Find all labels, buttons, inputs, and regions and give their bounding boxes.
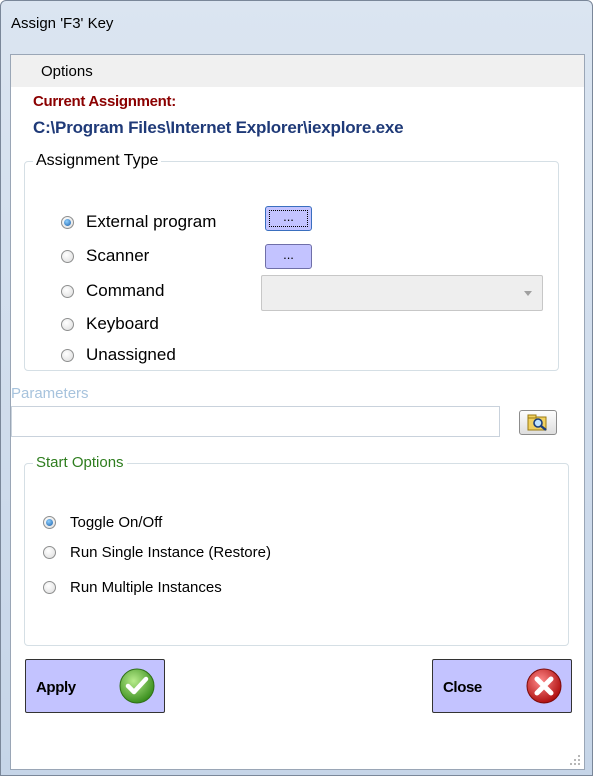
parameters-input[interactable] bbox=[11, 406, 500, 437]
browse-scanner-button[interactable]: ... bbox=[265, 244, 312, 269]
chevron-down-icon bbox=[524, 291, 532, 296]
radio-label: External program bbox=[86, 212, 217, 231]
parameters-label: Parameters bbox=[11, 385, 89, 402]
close-icon bbox=[526, 668, 562, 704]
current-assignment-path: C:\Program Files\Internet Explorer\iexpl… bbox=[33, 118, 404, 137]
command-dropdown[interactable] bbox=[261, 275, 543, 311]
dialog-client-area: Options Current Assignment: C:\Program F… bbox=[10, 54, 585, 770]
radio-run-single-instance[interactable]: Run Single Instance (Restore) bbox=[43, 544, 271, 561]
radio-indicator bbox=[61, 317, 74, 331]
radio-scanner[interactable]: Scanner bbox=[61, 246, 149, 266]
close-button[interactable]: Close bbox=[432, 659, 572, 713]
radio-label: Command bbox=[86, 281, 165, 300]
radio-command[interactable]: Command bbox=[61, 281, 164, 301]
radio-indicator bbox=[43, 516, 56, 529]
close-button-label: Close bbox=[443, 679, 482, 696]
current-assignment-label: Current Assignment: bbox=[33, 93, 176, 110]
radio-indicator bbox=[43, 546, 56, 559]
assign-key-window: Assign 'F3' Key Options Current Assignme… bbox=[0, 0, 593, 776]
radio-indicator bbox=[61, 348, 74, 362]
radio-indicator bbox=[61, 284, 74, 298]
radio-label: Keyboard bbox=[86, 314, 159, 333]
radio-toggle-on-off[interactable]: Toggle On/Off bbox=[43, 514, 162, 531]
radio-label: Toggle On/Off bbox=[70, 514, 163, 531]
start-options-title: Start Options bbox=[33, 454, 127, 471]
radio-indicator bbox=[61, 249, 74, 263]
checkmark-icon bbox=[119, 668, 155, 704]
radio-external-program[interactable]: External program bbox=[61, 212, 216, 232]
window-title: Assign 'F3' Key bbox=[11, 15, 114, 32]
menu-options[interactable]: Options bbox=[41, 63, 93, 80]
radio-label: Run Multiple Instances bbox=[70, 579, 222, 596]
radio-keyboard[interactable]: Keyboard bbox=[61, 314, 159, 334]
parameters-browse-button[interactable] bbox=[519, 410, 557, 435]
browse-program-button[interactable]: ... bbox=[265, 206, 312, 231]
radio-label: Unassigned bbox=[86, 345, 176, 364]
radio-indicator bbox=[43, 581, 56, 594]
radio-label: Run Single Instance (Restore) bbox=[70, 544, 271, 561]
menu-bar: Options bbox=[11, 55, 584, 87]
radio-run-multiple-instances[interactable]: Run Multiple Instances bbox=[43, 579, 222, 596]
radio-indicator bbox=[61, 215, 74, 229]
resize-grip-icon[interactable] bbox=[569, 754, 581, 766]
assignment-type-title: Assignment Type bbox=[33, 152, 162, 170]
radio-label: Scanner bbox=[86, 246, 150, 265]
radio-unassigned[interactable]: Unassigned bbox=[61, 345, 176, 365]
search-folder-icon bbox=[527, 414, 547, 431]
apply-button-label: Apply bbox=[36, 679, 76, 696]
apply-button[interactable]: Apply bbox=[25, 659, 165, 713]
